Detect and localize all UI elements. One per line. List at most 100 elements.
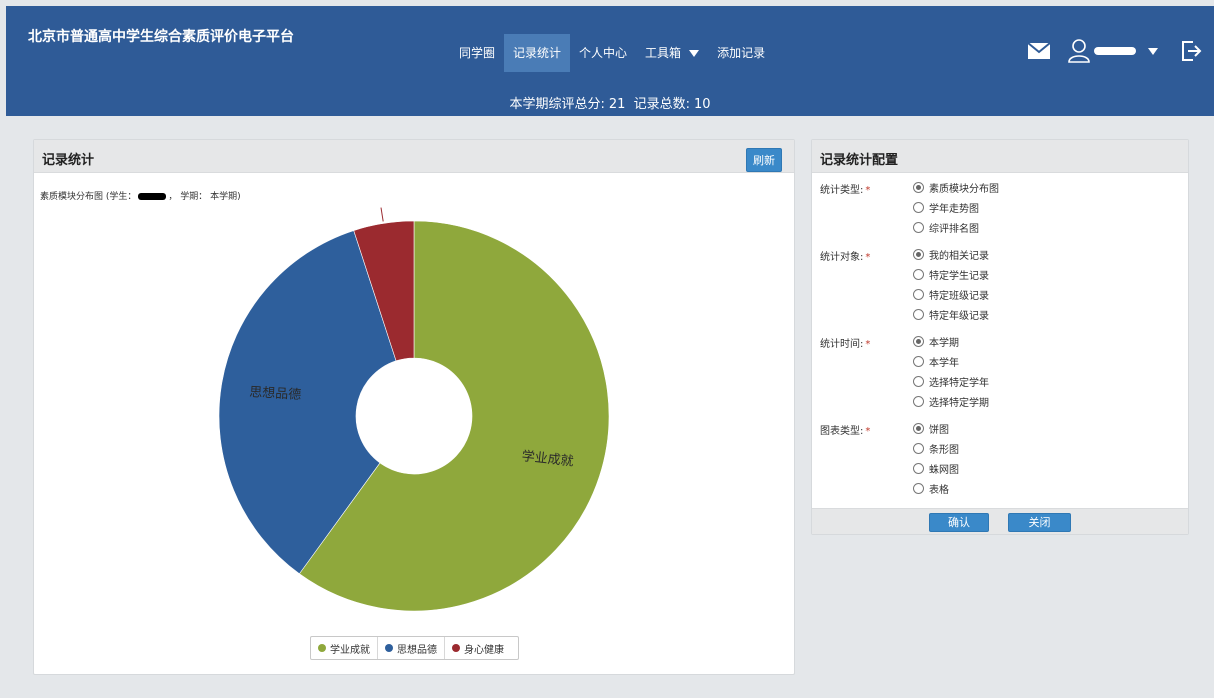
slice-label-leader: [380, 207, 384, 222]
count-label: 记录总数:: [633, 97, 690, 112]
count-value: 10: [693, 97, 711, 112]
field-label: 统计时间: *: [820, 335, 870, 350]
radio-label: 蛛网图: [929, 464, 959, 476]
radio-option[interactable]: 特定班级记录: [913, 286, 989, 302]
main-nav: 同学圈 记录统计 个人中心 工具箱 添加记录: [450, 34, 774, 72]
panel-header: 记录统计 刷新: [34, 140, 794, 173]
radio-option[interactable]: 选择特定学期: [913, 393, 989, 409]
required-mark: *: [865, 185, 871, 196]
radio-button[interactable]: [913, 422, 924, 434]
nav-item-label: 个人中心: [579, 46, 628, 60]
field-label: 统计对象: *: [820, 248, 870, 263]
record-stats-panel: 记录统计 刷新 素质模块分布图 (学生：， 学期： 本学期) 学业成就 思想品德 …: [33, 139, 795, 675]
radio-label: 条形图: [929, 444, 959, 456]
legend-label: 身心健康: [464, 644, 504, 656]
radio-label: 本学期: [929, 337, 959, 349]
panel-title: 记录统计: [42, 153, 95, 168]
radio-button[interactable]: [913, 395, 924, 407]
nav-item-record-stats[interactable]: 记录统计: [504, 34, 571, 72]
radio-option[interactable]: 素质模块分布图: [913, 179, 999, 195]
user-icon[interactable]: [1068, 39, 1090, 63]
mail-icon[interactable]: [1028, 43, 1050, 59]
radio-button[interactable]: [913, 462, 924, 474]
nav-item-label: 同学圈: [459, 46, 496, 60]
radio-button[interactable]: [913, 308, 924, 320]
logout-icon[interactable]: [1180, 40, 1202, 62]
field-label: 图表类型: *: [820, 422, 870, 437]
radio-label: 饼图: [929, 424, 949, 436]
nav-item-label: 添加记录: [717, 46, 766, 60]
legend-dot: [452, 644, 460, 652]
radio-button[interactable]: [913, 355, 924, 367]
radio-option[interactable]: 饼图: [913, 420, 949, 436]
chevron-down-icon[interactable]: [1148, 47, 1158, 55]
top-header: 北京市普通高中学生综合素质评价电子平台 同学圈 记录统计 个人中心 工具箱 添加…: [6, 6, 1214, 116]
radio-label: 特定年级记录: [929, 310, 989, 322]
radio-option[interactable]: 学年走势图: [913, 199, 979, 215]
nav-item-add-record[interactable]: 添加记录: [708, 34, 774, 72]
field-label-text: 图表类型:: [820, 426, 864, 437]
radio-label: 选择特定学期: [929, 397, 989, 409]
radio-label: 素质模块分布图: [929, 183, 999, 195]
confirm-button[interactable]: 确认: [929, 513, 989, 532]
score-label: 本学期综评总分:: [509, 97, 605, 112]
radio-option[interactable]: 综评排名图: [913, 219, 979, 235]
radio-label: 综评排名图: [929, 223, 979, 235]
refresh-button[interactable]: 刷新: [746, 148, 782, 172]
username-redacted[interactable]: [1094, 47, 1136, 55]
radio-option[interactable]: 特定学生记录: [913, 266, 989, 282]
stats-config-panel: 记录统计配置 统计类型: * 素质模块分布图 学年走势图 综评排名图 统计对象: * 我的相关…: [811, 139, 1189, 535]
nav-item-toolbox[interactable]: 工具箱: [636, 34, 708, 72]
radio-option[interactable]: 特定年级记录: [913, 306, 989, 322]
radio-button[interactable]: [913, 181, 924, 193]
field-label-text: 统计类型:: [820, 185, 864, 196]
radio-button[interactable]: [913, 221, 924, 233]
slice-label: 思想品德: [249, 384, 302, 403]
radio-label: 我的相关记录: [929, 250, 989, 262]
field-label-text: 统计对象:: [820, 252, 864, 263]
required-mark: *: [865, 426, 871, 437]
nav-item-classmates[interactable]: 同学圈: [450, 34, 504, 72]
legend-item[interactable]: 思想品德: [378, 637, 445, 659]
radio-option[interactable]: 表格: [913, 480, 949, 496]
field-label-text: 统计时间:: [820, 339, 864, 350]
nav-item-personal-center[interactable]: 个人中心: [570, 34, 636, 72]
app-title: 北京市普通高中学生综合素质评价电子平台: [28, 29, 294, 45]
header-icons: [1028, 36, 1202, 66]
radio-button[interactable]: [913, 335, 924, 347]
radio-button[interactable]: [913, 482, 924, 494]
radio-label: 选择特定学年: [929, 377, 989, 389]
radio-label: 表格: [929, 484, 949, 496]
radio-button[interactable]: [913, 442, 924, 454]
legend-item[interactable]: 学业成就: [311, 637, 378, 659]
radio-option[interactable]: 选择特定学年: [913, 373, 989, 389]
nav-item-label: 记录统计: [513, 46, 562, 60]
nav-item-label: 工具箱: [645, 46, 682, 60]
required-mark: *: [865, 339, 871, 350]
radio-button[interactable]: [913, 248, 924, 260]
radio-option[interactable]: 我的相关记录: [913, 246, 989, 262]
radio-label: 本学年: [929, 357, 959, 369]
radio-button[interactable]: [913, 288, 924, 300]
radio-option[interactable]: 条形图: [913, 440, 959, 456]
radio-button[interactable]: [913, 268, 924, 280]
chevron-down-icon: [689, 50, 700, 57]
panel-footer: 确认 关闭: [812, 508, 1188, 534]
radio-label: 特定学生记录: [929, 270, 989, 282]
score-value: 21: [608, 97, 626, 112]
legend-dot: [385, 644, 393, 652]
field-label: 统计类型: *: [820, 181, 870, 196]
radio-option[interactable]: 本学年: [913, 353, 959, 369]
radio-option[interactable]: 蛛网图: [913, 460, 959, 476]
pie-chart: 学业成就思想品德: [218, 207, 610, 612]
radio-button[interactable]: [913, 375, 924, 387]
close-button[interactable]: 关闭: [1008, 513, 1071, 532]
radio-option[interactable]: 本学期: [913, 333, 959, 349]
legend-item[interactable]: 身心健康: [445, 637, 511, 659]
panel-header: 记录统计配置: [812, 140, 1188, 173]
radio-label: 特定班级记录: [929, 290, 989, 302]
panel-title: 记录统计配置: [820, 153, 899, 168]
semester-summary: 本学期综评总分: 21 记录总数: 10: [6, 93, 1214, 112]
required-mark: *: [865, 252, 871, 263]
radio-button[interactable]: [913, 201, 924, 213]
